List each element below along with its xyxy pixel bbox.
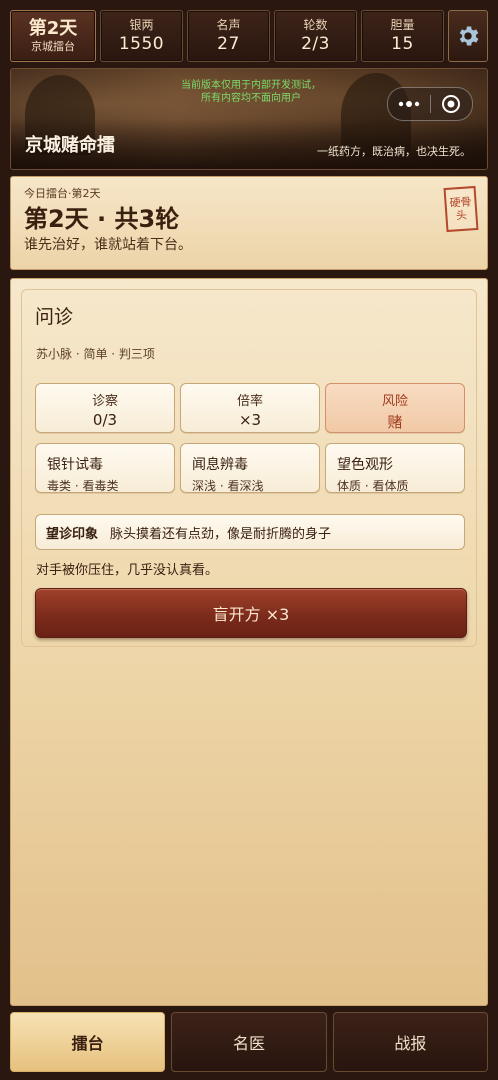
stat-fame: 名声 27 [187, 10, 270, 62]
metric-exam-count: 诊察 0/3 [35, 383, 175, 433]
action-title: 银针试毒 [47, 457, 103, 473]
day-card: 今日擂台·第2天 第2天 · 共3轮 谁先治好，谁就站着下台。 硬骨头 [10, 176, 488, 270]
stat-silver: 银两 1550 [100, 10, 183, 62]
gear-icon [459, 26, 479, 46]
action-title: 闻息辨毒 [192, 457, 248, 473]
tab-battle-report[interactable]: 战报 [332, 1012, 488, 1072]
metric-value: ×3 [238, 411, 262, 429]
tab-famous-doctors[interactable]: 名医 [171, 1012, 327, 1072]
banner-title: 京城赌命擂 [25, 135, 115, 156]
more-button[interactable] [388, 88, 430, 120]
opponent-status: 对手被你压住，几乎没认真看。 [36, 563, 219, 578]
stat-courage: 胆量 15 [361, 10, 444, 62]
metric-value: 0/3 [92, 411, 118, 429]
day-location: 京城擂台 [31, 40, 75, 53]
dev-notice-line2: 所有内容均不面向用户 [201, 93, 301, 104]
target-circle-icon [442, 95, 461, 113]
bottom-nav: 擂台 名医 战报 [10, 1012, 488, 1072]
day-label: 第2天 [28, 18, 78, 39]
hard-bone-stamp: 硬骨头 [443, 185, 479, 233]
hero-banner: 当前版本仅用于内部开发测试， 所有内容均不面向用户 京城赌命擂 一纸药方，既治病… [10, 68, 488, 170]
stat-label: 胆量 [390, 18, 415, 32]
day-indicator: 第2天 京城擂台 [10, 10, 96, 62]
close-miniprogram-button[interactable] [431, 88, 473, 120]
stat-rounds: 轮数 2/3 [274, 10, 357, 62]
stat-label: 轮数 [303, 18, 328, 32]
stat-value: 15 [391, 34, 414, 54]
banner-tagline: 一纸药方，既治病，也决生死。 [317, 145, 471, 158]
metric-value: 赌 [387, 413, 403, 431]
impression-text: 脉头摸着还有点劲，像是耐折腾的身子 [110, 526, 332, 542]
day-card-subtitle: 谁先治好，谁就站着下台。 [24, 237, 192, 253]
stat-value: 27 [217, 34, 240, 54]
stats-bar: 第2天 京城擂台 银两 1550 名声 27 轮数 2/3 胆量 15 [10, 10, 488, 62]
dev-notice: 当前版本仅用于内部开发测试， 所有内容均不面向用户 [131, 79, 371, 105]
settings-button[interactable] [448, 10, 488, 62]
stat-value: 1550 [118, 34, 165, 54]
observe-complexion-button[interactable]: 望色观形 体质 · 看体质 [325, 443, 465, 493]
action-sub: 体质 · 看体质 [337, 479, 409, 493]
consult-card: 问诊 苏小脉 · 简单 · 判三项 诊察 0/3 倍率 ×3 风险 赌 银针试毒… [21, 289, 477, 647]
metric-label: 诊察 [91, 394, 118, 409]
patient-meta: 苏小脉 · 简单 · 判三项 [36, 347, 155, 361]
main-panel: 问诊 苏小脉 · 简单 · 判三项 诊察 0/3 倍率 ×3 风险 赌 银针试毒… [10, 278, 488, 1006]
metric-risk: 风险 赌 [325, 383, 465, 433]
dev-notice-line1: 当前版本仅用于内部开发测试， [181, 80, 321, 91]
inspection-impression: 望诊印象 脉头摸着还有点劲，像是耐折腾的身子 [35, 514, 465, 550]
consult-heading: 问诊 [35, 306, 74, 328]
day-card-heading: 第2天 · 共3轮 [24, 205, 180, 233]
impression-label: 望诊印象 [46, 526, 99, 542]
smell-breath-button[interactable]: 闻息辨毒 深浅 · 看深浅 [180, 443, 320, 493]
miniprogram-capsule [387, 87, 473, 121]
metric-label: 倍率 [236, 394, 263, 409]
action-title: 望色观形 [337, 457, 393, 473]
blind-prescribe-button[interactable]: 盲开方 ×3 [35, 588, 467, 638]
silver-needle-test-button[interactable]: 银针试毒 毒类 · 看毒类 [35, 443, 175, 493]
more-dots-icon [398, 101, 419, 107]
action-sub: 深浅 · 看深浅 [192, 479, 264, 493]
stat-value: 2/3 [301, 34, 330, 54]
metric-multiplier: 倍率 ×3 [180, 383, 320, 433]
stat-label: 名声 [216, 18, 241, 32]
stat-label: 银两 [129, 18, 154, 32]
metric-label: 风险 [381, 394, 408, 409]
tab-arena[interactable]: 擂台 [10, 1012, 166, 1072]
action-sub: 毒类 · 看毒类 [47, 479, 119, 493]
